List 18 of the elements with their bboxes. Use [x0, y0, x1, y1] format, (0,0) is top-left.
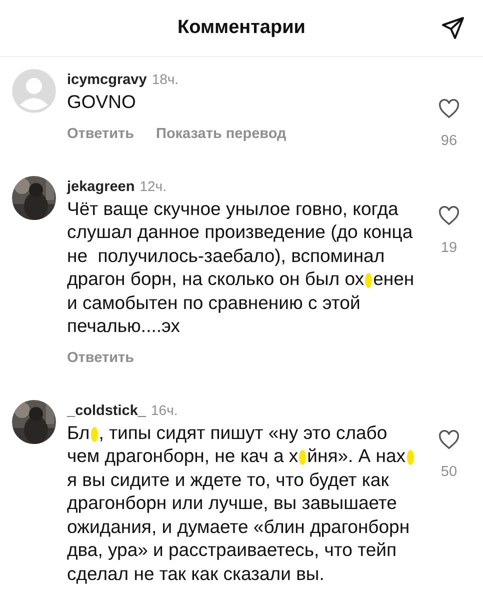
like-count: 50: [440, 464, 458, 480]
like-count: 96: [440, 133, 458, 149]
page-title: Комментарии: [178, 17, 306, 39]
heart-icon[interactable]: [438, 430, 460, 450]
heart-icon[interactable]: [438, 99, 460, 119]
comment-time: 12ч.: [140, 178, 166, 194]
heart-icon[interactable]: [438, 206, 460, 226]
comment-text: GOVNO: [67, 90, 137, 114]
default-avatar-icon: [12, 69, 56, 113]
comment-time: 18ч.: [152, 71, 179, 87]
comment-text: Бл , типы сидят пишут «ну это слабо чем драгонборн, не кач а х йня». А нах я вы сидите и ждете то, что будет как драгонборн или лучше, вы завышаете ожидания, и думаете «блин драгонборн два, ура» и расстраиваетесь, что тейп сделал не так как сказали вы.: [67, 420, 417, 585]
username[interactable]: icymcgravy: [67, 72, 147, 88]
username[interactable]: _coldstick_: [67, 402, 146, 418]
like-count: 19: [440, 240, 458, 256]
comment-time: 16ч.: [151, 402, 178, 418]
paper-plane-icon[interactable]: [441, 16, 465, 40]
comment-text: Чёт ваще скучное унылое говно, когда слушал данное произведение (до конца не получилось-заебало), вспоминал драгон борн, на сколько он был ох енен и самобытен по сравнению с этой печалью....эх: [67, 196, 416, 338]
username[interactable]: jekagreen: [67, 178, 135, 194]
